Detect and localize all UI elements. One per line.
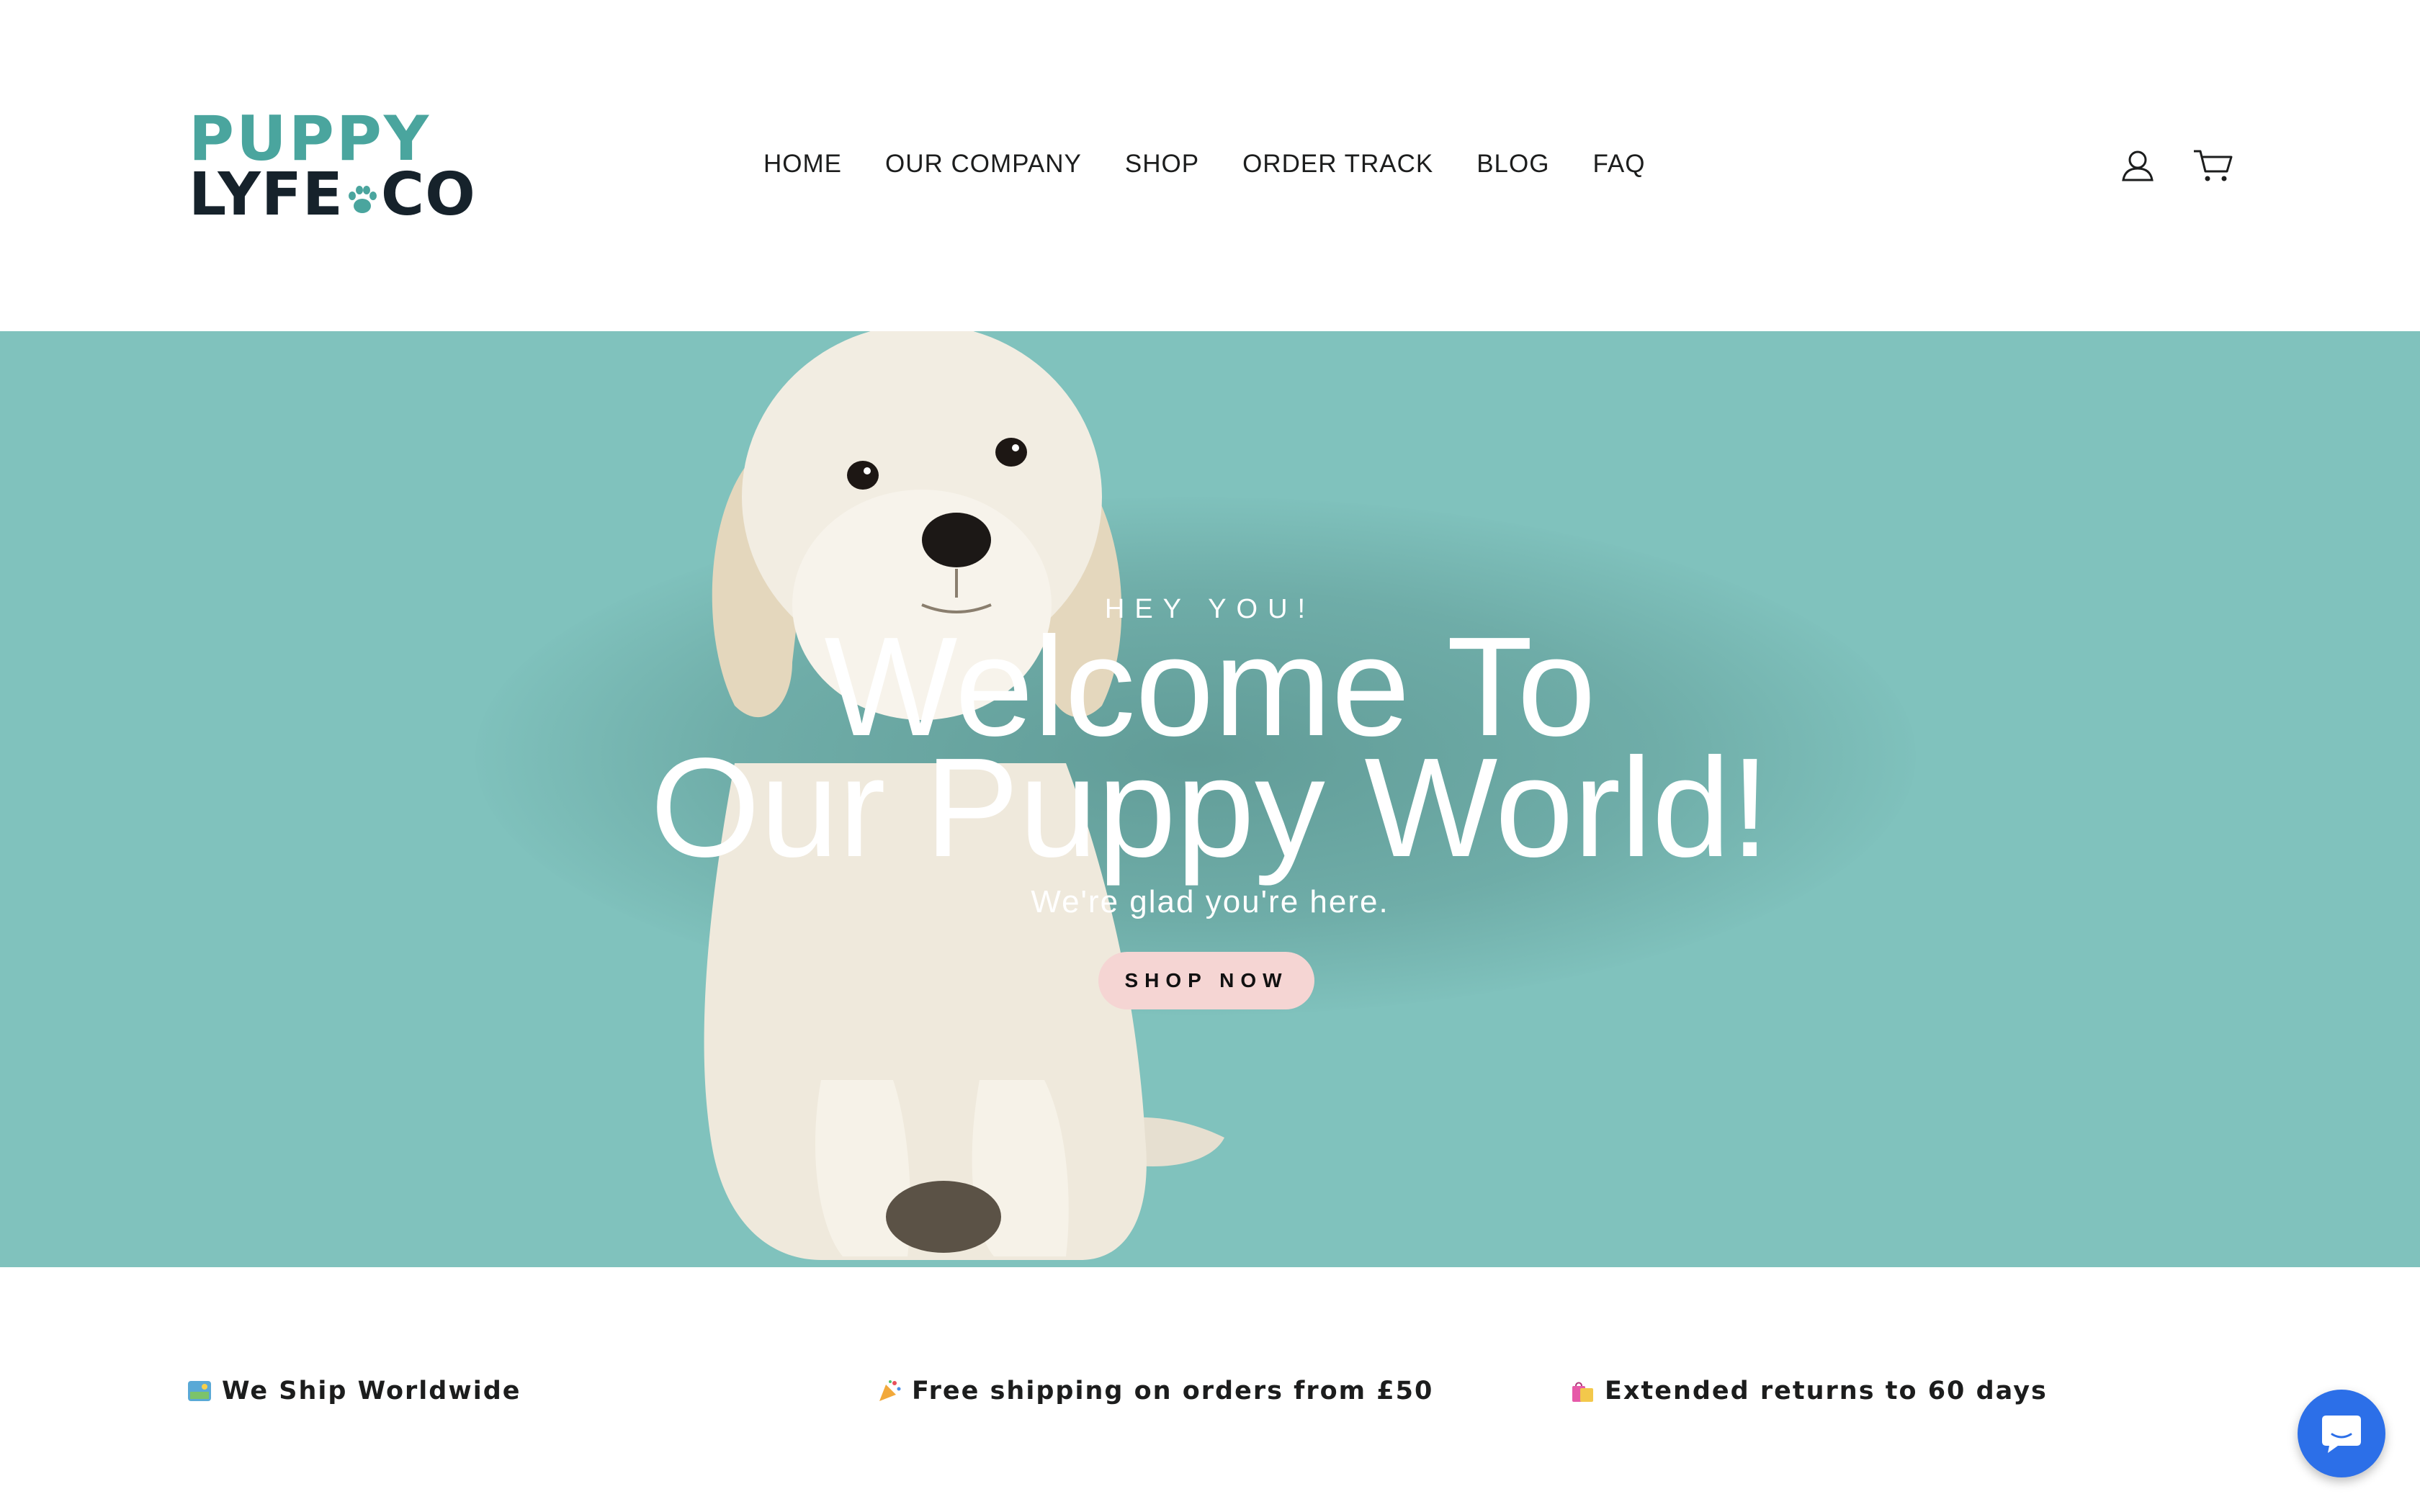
feature-text: Free shipping on orders from £50 [912,1377,1434,1405]
hero-banner: HEY YOU! Welcome To Our Puppy World! We'… [0,331,2420,1267]
nav-our-company[interactable]: OUR COMPANY [885,146,1082,182]
brand-logo[interactable]: PUPPY LYFE CO [189,107,475,228]
nav-blog[interactable]: BLOG [1476,146,1549,182]
feature-text: Extended returns to 60 days [1605,1377,2048,1405]
shopping-bags-icon [1572,1382,1593,1402]
feature-free-shipping: Free shipping on orders from £50 [877,1377,1433,1405]
shop-now-button[interactable]: SHOP NOW [1098,952,1314,1009]
logo-text-bottom: LYFE CO [189,163,476,228]
hero-title: Welcome To Our Puppy World! [0,616,2420,886]
nav-order-track[interactable]: ORDER TRACK [1242,146,1433,182]
nav-shop[interactable]: SHOP [1125,146,1199,182]
logo-text-right: CO [380,161,476,229]
feature-worldwide-shipping: We Ship Worldwide [187,1377,521,1405]
party-popper-icon [879,1380,901,1401]
site-header: PUPPY LYFE CO HOME OUR COMPANY SHOP ORDE… [0,0,2420,331]
feature-extended-returns: Extended returns to 60 days [1570,1377,2048,1405]
hero-title-line-2: Our Puppy World! [650,729,1770,886]
paw-icon [348,185,377,213]
nav-faq[interactable]: FAQ [1592,146,1645,182]
cart-icon[interactable] [2191,144,2234,187]
hero-tagline: We're glad you're here. [1031,884,1389,919]
map-icon [188,1381,211,1401]
nav-home[interactable]: HOME [763,146,842,182]
feature-text: We Ship Worldwide [222,1377,521,1405]
chat-bubble-icon [2322,1416,2361,1453]
chat-launcher-button[interactable] [2298,1390,2385,1477]
account-icon[interactable] [2116,144,2159,187]
logo-text-left: LYFE [189,161,344,229]
main-nav: HOME OUR COMPANY SHOP ORDER TRACK BLOG F… [763,146,1645,182]
